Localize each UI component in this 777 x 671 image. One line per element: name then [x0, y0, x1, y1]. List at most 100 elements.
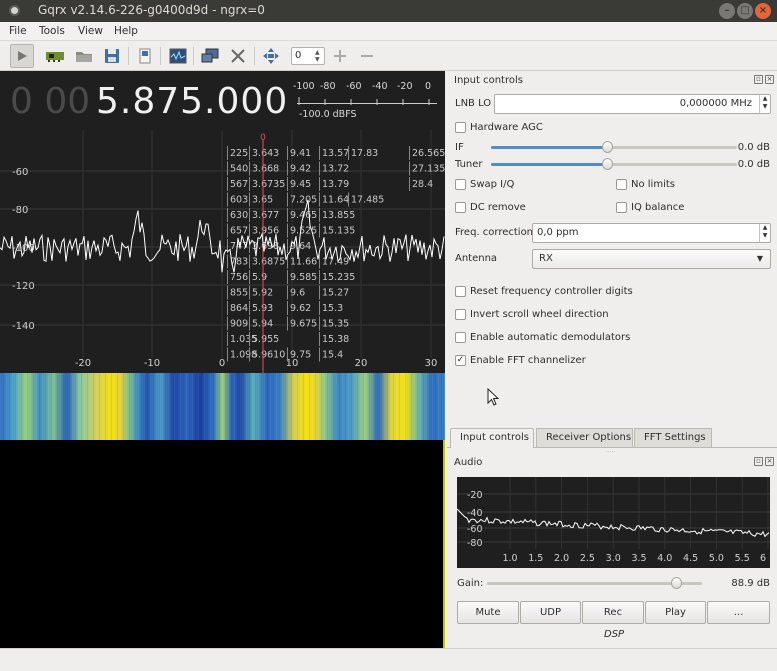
rec-button[interactable]: Rec [582, 601, 644, 624]
channel-marker [409, 146, 410, 160]
invert-scroll-checkbox[interactable] [455, 309, 466, 320]
audio-y-label: -40 [467, 508, 483, 519]
udp-button[interactable]: UDP [520, 601, 581, 624]
frequency-digits[interactable]: 5.875.000 [96, 81, 288, 122]
channel-marker [348, 146, 349, 160]
channel-label: 657 [230, 226, 248, 237]
play-button[interactable]: Play [645, 601, 706, 624]
lnb-lo-label: LNB LO [455, 98, 492, 109]
tuner-gain-slider[interactable] [491, 158, 737, 170]
reset-digits-label: Reset frequency controller digits [470, 286, 633, 297]
meter-readout: -100.0 dBFS [299, 109, 357, 120]
antenna-label: Antenna [455, 253, 498, 264]
channel-marker [249, 192, 250, 207]
menu-view[interactable]: View [78, 25, 103, 37]
channel-label: 13.57 [322, 148, 349, 159]
minimize-icon[interactable]: – [719, 3, 735, 19]
splitter-handle[interactable]: ····· [606, 449, 616, 456]
maximize-icon[interactable]: □ [737, 3, 753, 19]
no-limits-checkbox[interactable] [616, 179, 627, 190]
zoom-out-icon[interactable] [355, 44, 379, 68]
iq-balance-checkbox[interactable] [616, 202, 627, 213]
channel-marker [249, 316, 250, 331]
dock-float-icon[interactable]: ▫ [754, 75, 763, 84]
channel-marker [287, 301, 288, 315]
audio-gain-value: 88.9 dB [731, 578, 770, 589]
hardware-agc-checkbox[interactable] [455, 122, 466, 133]
lnb-lo-field[interactable]: 0,000000 MHz ▲ ▼ [494, 94, 771, 114]
channel-marker [319, 332, 320, 346]
channel-marker [319, 316, 320, 331]
auto-fit-icon[interactable] [259, 44, 283, 68]
channel-marker [249, 285, 250, 300]
device-icon[interactable] [43, 44, 67, 68]
open-folder-icon[interactable] [72, 44, 96, 68]
audio-fft-plot[interactable]: -20 -40 -60 -80 1.0 1.5 2.0 2.5 3.0 3.5 4.0 4.5 5.0 5… [457, 477, 770, 568]
audio-gain-slider[interactable] [487, 577, 702, 589]
tab-input-controls[interactable]: Input controls [450, 428, 534, 448]
frequency-leading-digits[interactable]: 0 00 [10, 81, 90, 122]
save-icon[interactable] [100, 44, 124, 68]
bookmark-icon[interactable] [133, 44, 157, 68]
channel-label: 864 [230, 303, 248, 314]
iq-tool-icon[interactable] [166, 44, 190, 68]
x-axis-label: -10 [144, 358, 160, 369]
audio-dock-float-icon[interactable]: ▫ [754, 457, 763, 466]
channel-label: 26.565 [412, 148, 445, 159]
close-icon[interactable]: × [755, 3, 771, 19]
title-bar: Gqrx v2.14.6-226-g0400d9d - ngrx=0 – □ × [0, 0, 777, 22]
audio-options-button[interactable]: ... [707, 601, 770, 624]
channel-marker [249, 347, 250, 362]
auto-demod-checkbox[interactable] [455, 332, 466, 343]
dock-close-icon[interactable]: × [765, 75, 774, 84]
channel-label: 225 [230, 148, 248, 159]
audio-dock-close-icon[interactable]: × [765, 457, 774, 466]
dc-remove-checkbox[interactable] [455, 202, 466, 213]
spectrum-plot[interactable]: -60 -80 -100 -120 -140 -20 -10 0 10 20 30 225 3.643 9… [0, 130, 445, 373]
freq-correction-field[interactable]: 0,0 ppm ▲ ▼ [532, 223, 771, 243]
channel-marker [348, 192, 349, 207]
menu-help[interactable]: Help [114, 25, 138, 37]
fft-channelizer-checkbox[interactable]: ✓ [455, 355, 466, 366]
channel-marker [319, 161, 320, 176]
lnb-lo-spin[interactable]: ▲ ▼ [759, 95, 770, 113]
audio-gain-handle[interactable] [671, 577, 682, 589]
channel-label: 28.4 [412, 179, 433, 190]
channel-label: 5.955 [252, 334, 279, 345]
reset-digits-checkbox[interactable] [455, 286, 466, 297]
channel-label: 17.485 [351, 195, 384, 206]
audio-y-label: -60 [467, 524, 483, 535]
tools-icon[interactable] [226, 44, 250, 68]
network-icon[interactable] [198, 44, 222, 68]
tab-fft-settings[interactable]: FFT Settings [634, 428, 712, 447]
channel-marker [227, 208, 228, 222]
x-axis-label: -20 [75, 358, 91, 369]
mute-button[interactable]: Mute [457, 601, 519, 624]
if-gain-handle[interactable] [602, 141, 613, 153]
antenna-select[interactable]: RX ▼ [532, 249, 771, 269]
menu-file[interactable]: File [9, 25, 27, 37]
tuner-gain-handle[interactable] [602, 158, 613, 170]
freq-correction-spin[interactable]: ▲ ▼ [759, 224, 770, 242]
x-axis-label: 20 [355, 358, 368, 369]
channel-marker [319, 177, 320, 191]
frequency-controller[interactable]: 0 00 5.875.000 -100 -80 -60 -40 -20 0 -1… [0, 71, 445, 130]
channel-label: 15.4 [322, 350, 343, 361]
channel-marker [249, 146, 250, 160]
channel-label: 3.6875 [252, 257, 285, 268]
channel-label: 15.135 [322, 226, 355, 237]
zoom-in-icon[interactable] [328, 44, 352, 68]
waterfall-display[interactable] [0, 373, 445, 440]
zoom-spinbox[interactable]: 0 ▲ ▼ [291, 47, 325, 65]
channel-marker [227, 301, 228, 315]
channel-marker [287, 223, 288, 238]
menu-tools[interactable]: Tools [39, 25, 65, 37]
play-icon[interactable] [10, 44, 34, 68]
channel-marker [227, 332, 228, 346]
channel-marker [319, 146, 320, 160]
swap-iq-checkbox[interactable] [455, 179, 466, 190]
tab-receiver-options[interactable]: Receiver Options [536, 428, 633, 447]
if-gain-slider[interactable] [491, 141, 737, 153]
audio-x-label: 4.5 [683, 553, 698, 564]
channel-label: 909 [230, 319, 248, 330]
